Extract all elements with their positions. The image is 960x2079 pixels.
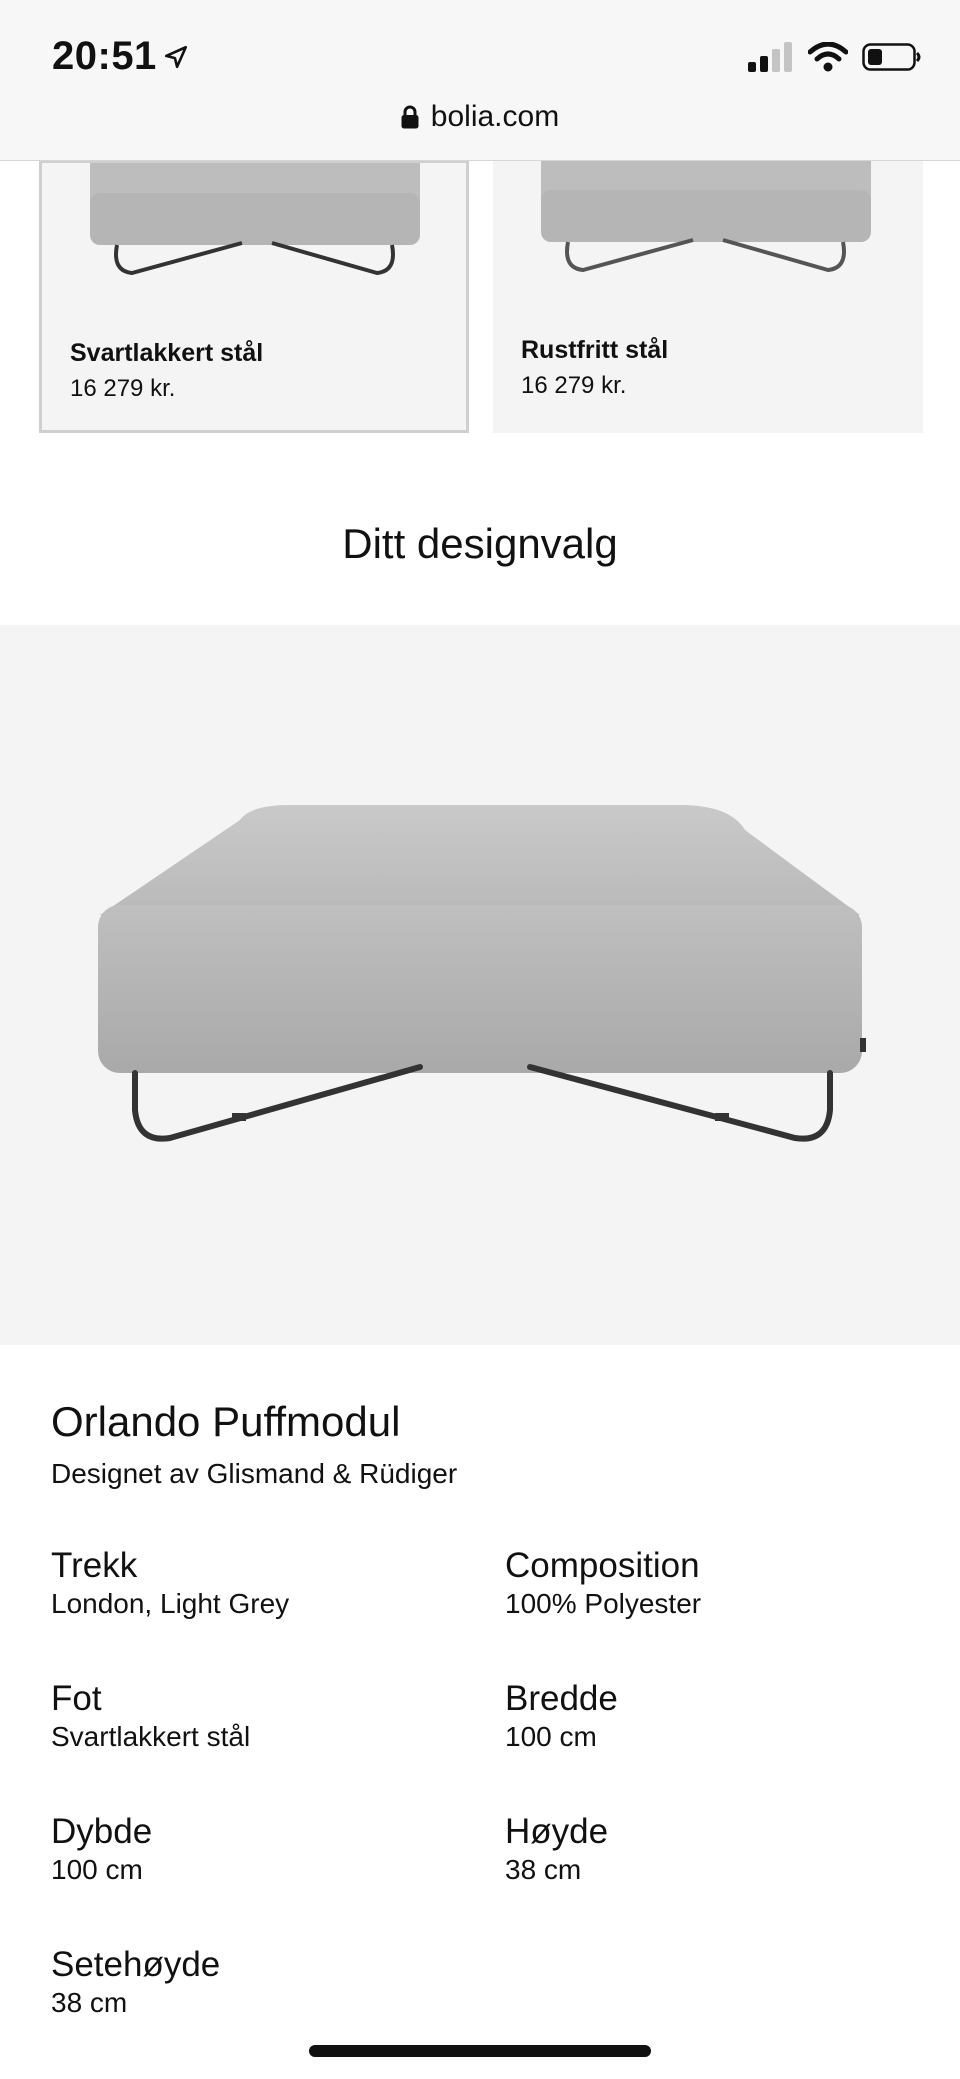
variant-options: Svartlakkert stål 16 279 kr. Rustfritt s… bbox=[0, 160, 960, 433]
spec-label: Trekk bbox=[51, 1546, 138, 1585]
variant-name: Svartlakkert stål bbox=[70, 339, 264, 367]
product-hero-image bbox=[0, 625, 960, 1345]
spec-label: Composition bbox=[505, 1546, 700, 1585]
status-icons bbox=[748, 42, 922, 72]
variant-price: 16 279 kr. bbox=[70, 375, 176, 402]
product-designer: Designet av Glismand & Rüdiger bbox=[51, 1458, 458, 1489]
spec-value: Svartlakkert stål bbox=[51, 1721, 251, 1752]
ottoman-image bbox=[98, 805, 866, 1142]
spec-label: Bredde bbox=[505, 1679, 618, 1718]
variant-price: 16 279 kr. bbox=[521, 372, 627, 399]
status-time: 20:51 bbox=[52, 34, 157, 78]
spec-label: Høyde bbox=[505, 1812, 609, 1851]
spec-composition: Composition 100% Polyester bbox=[505, 1545, 905, 1621]
ottoman-thumbnail-image bbox=[541, 160, 871, 273]
status-time-group: 20:51 bbox=[52, 34, 189, 79]
wifi-icon bbox=[808, 42, 848, 72]
spec-value: 100 cm bbox=[51, 1854, 143, 1885]
address-bar[interactable]: bolia.com bbox=[0, 100, 960, 134]
url-text: bolia.com bbox=[430, 100, 560, 133]
spec-setehoyde: Setehøyde 38 cm bbox=[51, 1944, 451, 2020]
spec-value: 100 cm bbox=[505, 1721, 597, 1752]
spec-value: 38 cm bbox=[51, 1987, 128, 2018]
spec-label: Dybde bbox=[51, 1812, 153, 1851]
spec-bredde: Bredde 100 cm bbox=[505, 1678, 905, 1754]
spec-value: 100% Polyester bbox=[505, 1588, 702, 1619]
ottoman-thumbnail-image bbox=[90, 163, 420, 276]
spec-hoyde: Høyde 38 cm bbox=[505, 1811, 905, 1887]
variant-card-rustfritt[interactable]: Rustfritt stål 16 279 kr. bbox=[493, 160, 923, 433]
variant-card-svartlakkert[interactable]: Svartlakkert stål 16 279 kr. bbox=[39, 160, 469, 433]
variant-name: Rustfritt stål bbox=[521, 336, 669, 364]
browser-top-bar: 20:51 bolia.com bbox=[0, 0, 960, 161]
lock-icon bbox=[401, 105, 419, 129]
product-name: Orlando Puffmodul bbox=[51, 1398, 401, 1445]
home-indicator[interactable] bbox=[309, 2045, 651, 2057]
cellular-signal-icon bbox=[748, 42, 792, 72]
spec-fot: Fot Svartlakkert stål bbox=[51, 1678, 451, 1754]
spec-value: 38 cm bbox=[505, 1854, 582, 1885]
spec-label: Fot bbox=[51, 1679, 102, 1718]
design-choice-heading: Ditt designvalg bbox=[342, 520, 618, 567]
location-arrow-icon bbox=[164, 45, 187, 68]
spec-value: London, Light Grey bbox=[51, 1588, 290, 1619]
spec-dybde: Dybde 100 cm bbox=[51, 1811, 451, 1887]
spec-trekk: Trekk London, Light Grey bbox=[51, 1545, 451, 1621]
battery-icon bbox=[862, 43, 921, 71]
spec-label: Setehøyde bbox=[51, 1945, 221, 1984]
